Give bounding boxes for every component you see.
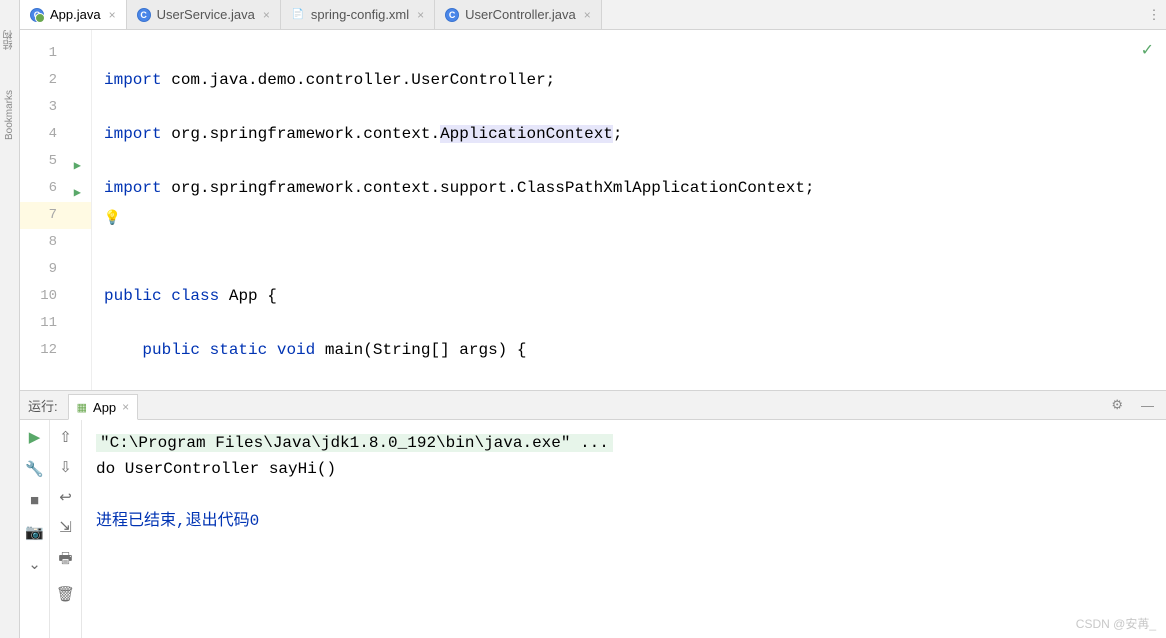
close-icon[interactable]: ×: [582, 8, 593, 22]
close-icon[interactable]: ×: [261, 8, 272, 22]
close-icon[interactable]: ×: [107, 8, 118, 22]
class-icon: C: [137, 8, 151, 22]
console-output[interactable]: "C:\Program Files\Java\jdk1.8.0_192\bin\…: [82, 420, 1166, 638]
scroll-icon[interactable]: ⇲: [59, 518, 72, 536]
line-number: 10: [20, 283, 91, 310]
code-editor[interactable]: 1 2 3 4 5▶ 6▶ 7💡 8 9 10 11 12 import com…: [20, 30, 1166, 390]
wrap-icon[interactable]: ↩: [59, 488, 72, 506]
up-icon[interactable]: ⇧: [59, 428, 72, 446]
rail-structure[interactable]: 结构: [2, 30, 17, 50]
run-hide-icon[interactable]: —: [1137, 398, 1158, 413]
left-tool-rail: 结构 Bookmarks: [0, 0, 20, 638]
run-tab-label: App: [93, 400, 116, 415]
camera-icon[interactable]: 📷: [25, 523, 44, 541]
down-icon[interactable]: ⇩: [59, 458, 72, 476]
run-tool-header: 运行: ▦ App × ⚙ —: [20, 390, 1166, 420]
watermark: CSDN @安苒_: [1076, 615, 1156, 632]
tab-spring-config-xml[interactable]: 📄 spring-config.xml ×: [281, 0, 435, 29]
run-toolbar-secondary: ⇧ ⇩ ↩ ⇲ 🖶 🗑: [50, 420, 82, 638]
tab-label: UserService.java: [157, 7, 255, 22]
line-number: 12: [20, 337, 91, 364]
line-number: 7💡: [20, 202, 91, 229]
line-number: 9: [20, 256, 91, 283]
tab-userservice-java[interactable]: C UserService.java ×: [127, 0, 281, 29]
class-icon: C: [445, 8, 459, 22]
code-area[interactable]: import com.java.demo.controller.UserCont…: [92, 30, 1166, 390]
rerun-icon[interactable]: ▶: [29, 428, 41, 446]
line-number: 2: [20, 67, 91, 94]
tab-label: spring-config.xml: [311, 7, 409, 22]
console-line: do UserController sayHi(): [96, 456, 1152, 482]
console-exit-line: 进程已结束,退出代码0: [96, 508, 1152, 534]
xml-icon: 📄: [291, 8, 305, 22]
tab-label: UserController.java: [465, 7, 576, 22]
line-gutter: 1 2 3 4 5▶ 6▶ 7💡 8 9 10 11 12: [20, 30, 92, 390]
tab-usercontroller-java[interactable]: C UserController.java ×: [435, 0, 602, 29]
tab-app-java[interactable]: C App.java ×: [20, 0, 127, 29]
print-icon[interactable]: 🖶: [58, 548, 72, 573]
line-number: 3: [20, 94, 91, 121]
run-toolbar-primary: ▶ 🔧 ■ 📷 ⌄: [20, 420, 50, 638]
run-tool-window: ▶ 🔧 ■ 📷 ⌄ ⇧ ⇩ ↩ ⇲ 🖶 🗑 "C:\Program Files\…: [20, 420, 1166, 638]
close-icon[interactable]: ×: [415, 8, 426, 22]
line-number: 8: [20, 229, 91, 256]
class-icon: C: [30, 8, 44, 22]
run-settings-icon[interactable]: ⚙: [1107, 397, 1127, 413]
run-title: 运行:: [28, 396, 58, 415]
trash-icon[interactable]: 🗑: [56, 585, 75, 603]
analysis-ok-icon[interactable]: ✓: [1141, 40, 1154, 60]
line-number: 1: [20, 40, 91, 67]
editor-tab-bar: C App.java × C UserService.java × 📄 spri…: [20, 0, 1166, 30]
chevron-down-icon[interactable]: ⌄: [28, 555, 41, 573]
stop-icon[interactable]: ■: [30, 492, 39, 509]
line-number: 4: [20, 121, 91, 148]
run-tab-app[interactable]: ▦ App ×: [68, 394, 139, 420]
line-number: 6▶: [20, 175, 91, 202]
tab-menu-icon[interactable]: ⋮: [1142, 0, 1166, 29]
wrench-icon[interactable]: 🔧: [25, 460, 44, 478]
console-command: "C:\Program Files\Java\jdk1.8.0_192\bin\…: [96, 434, 613, 452]
close-icon[interactable]: ×: [122, 400, 129, 414]
rail-bookmarks[interactable]: Bookmarks: [4, 90, 15, 140]
line-number: 11: [20, 310, 91, 337]
tab-label: App.java: [50, 7, 101, 22]
line-number: 5▶: [20, 148, 91, 175]
